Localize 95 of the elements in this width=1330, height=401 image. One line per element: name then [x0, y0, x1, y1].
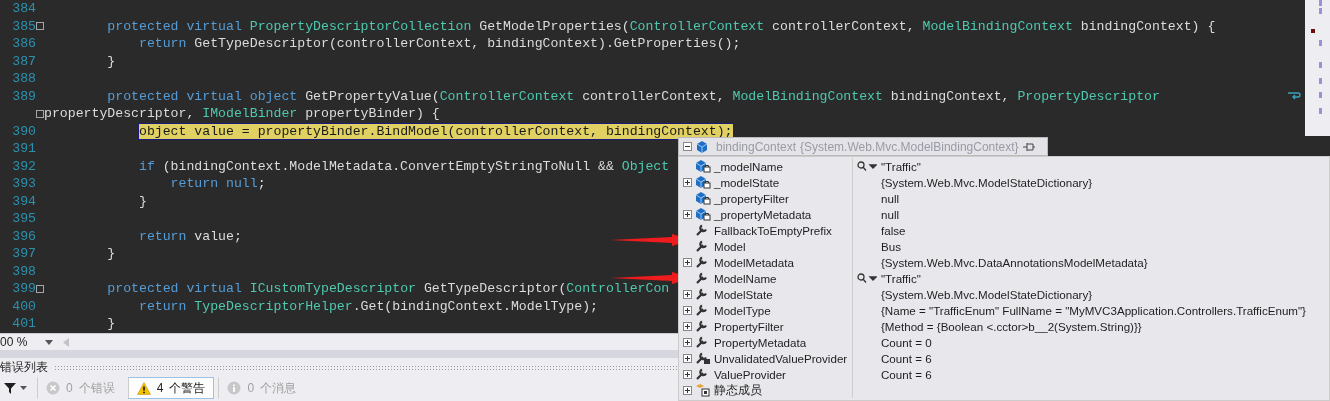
- dropdown-caret-icon[interactable]: [45, 339, 53, 345]
- line-number: 399: [11, 281, 36, 297]
- line-number: 394: [11, 193, 36, 209]
- line-number: 385: [11, 18, 36, 34]
- code-line: return TypeDescriptorHelper.Get(bindingContext.ModelType);: [137, 298, 598, 314]
- locked-cube-icon: [695, 207, 711, 221]
- fold-toggle[interactable]: [36, 22, 44, 31]
- line-number: 386: [11, 36, 36, 52]
- member-value: {System.Web.Mvc.ModelStateDictionary}: [881, 287, 1093, 301]
- member-name: UnvalidatedValueProvider: [714, 351, 848, 365]
- locked-cube-icon: [695, 159, 711, 173]
- zoom-field[interactable]: 00 %: [0, 335, 45, 349]
- code-line: protected virtual PropertyDescriptorCollection GetModelProperties(ControllerContext controllerContext, ModelBindingContext bindingContext) {: [106, 18, 1216, 34]
- member-name: ModelType: [714, 303, 771, 317]
- member-name: ModelState: [714, 287, 773, 301]
- static-members-icon: [695, 383, 711, 397]
- line-number: 401: [11, 316, 36, 332]
- code-line: protected virtual ICustomTypeDescriptor GetTypeDescriptor(ControllerCon: [106, 281, 670, 297]
- member-name: Model: [714, 239, 746, 253]
- member-value: null: [881, 207, 900, 221]
- expander-icon[interactable]: [683, 321, 692, 331]
- line-number: 396: [11, 228, 36, 244]
- line-number: 397: [11, 246, 36, 262]
- line-number: 390: [11, 123, 36, 139]
- member-name: ModelName: [714, 271, 777, 285]
- member-value: "Traffic": [881, 159, 921, 173]
- member-value: {Method = {Boolean <.cctor>b__2(System.String)}}: [881, 319, 1142, 333]
- filter-icon[interactable]: [4, 382, 16, 394]
- member-value: "Traffic": [881, 271, 921, 285]
- fold-toggle[interactable]: [36, 284, 44, 293]
- code-line: }: [106, 53, 116, 69]
- panel-title: 错误列表: [0, 358, 48, 376]
- expander-icon[interactable]: [683, 177, 692, 187]
- expander-icon[interactable]: [683, 369, 692, 379]
- member-name: _modelName: [714, 159, 783, 173]
- dropdown-caret-icon[interactable]: [20, 386, 27, 390]
- member-name: PropertyFilter: [714, 319, 784, 333]
- expander-icon[interactable]: [683, 385, 692, 395]
- code-line: return value;: [137, 228, 242, 244]
- code-line: }: [137, 193, 147, 209]
- member-name: _modelState: [714, 175, 780, 189]
- line-number: 388: [11, 71, 36, 87]
- filter-button[interactable]: 4 个警告: [127, 377, 215, 399]
- wrench-lock-icon: [695, 351, 711, 365]
- line-number: 392: [11, 158, 36, 174]
- expander-icon[interactable]: [683, 353, 692, 363]
- member-value: Count = 0: [881, 335, 932, 349]
- line-number: 393: [11, 176, 36, 192]
- expander-icon[interactable]: [683, 209, 692, 219]
- member-value: {System.Web.Mvc.DataAnnotationsModelMetadata}: [881, 255, 1148, 269]
- line-number: 391: [11, 141, 36, 157]
- variable-name: bindingContext: [716, 139, 797, 154]
- fold-toggle[interactable]: [36, 109, 44, 118]
- line-number: 387: [11, 53, 36, 69]
- code-line: protected virtual object GetPropertyValue(ControllerContext controllerContext, ModelBindingContext bindingContext, PropertyDescriptor: [106, 88, 1160, 104]
- magnifier-icon[interactable]: [857, 161, 877, 171]
- code-line: return null;: [169, 176, 266, 192]
- code-line: }: [106, 316, 116, 332]
- warning-icon: [136, 381, 151, 395]
- expander-icon[interactable]: [683, 289, 692, 299]
- magnifier-icon[interactable]: [857, 273, 877, 283]
- member-value: {Name = "TrafficEnum" FullName = "MyMVC3Application.Controllers.TrafficEnum"}: [881, 303, 1306, 317]
- locked-cube-icon: [695, 191, 711, 205]
- code-line: propertyDescriptor, IModelBinder propertyBinder) {: [44, 106, 440, 122]
- member-name: ValueProvider: [714, 367, 786, 381]
- member-name: 静态成员: [714, 382, 762, 398]
- line-number: 398: [11, 263, 36, 279]
- member-value: null: [881, 191, 900, 205]
- member-name: _propertyMetadata: [714, 207, 812, 221]
- member-name: ModelMetadata: [714, 255, 794, 269]
- member-value: {System.Web.Mvc.ModelStateDictionary}: [881, 175, 1093, 189]
- line-number: 395: [11, 211, 36, 227]
- member-value: Bus: [881, 239, 901, 253]
- line-number: 400: [11, 298, 36, 314]
- info-icon: [227, 381, 242, 395]
- code-line: return GetTypeDescriptor(controllerContext, bindingContext).GetProperties();: [137, 36, 741, 52]
- pin-icon[interactable]: [1022, 141, 1035, 152]
- member-name: _propertyFilter: [714, 191, 789, 205]
- member-value: Count = 6: [881, 367, 932, 381]
- line-number: 384: [11, 1, 36, 17]
- member-value: false: [881, 223, 906, 237]
- expander-icon[interactable]: [683, 337, 692, 347]
- variable-type: {System.Web.Mvc.ModelBindingContext}: [800, 139, 1019, 154]
- error-icon: [46, 381, 60, 395]
- code-line: if (bindingContext.ModelMetadata.ConvertEmptyStringToNull && Object: [137, 158, 670, 174]
- member-value: Count = 6: [881, 351, 932, 365]
- member-name: FallbackToEmptyPrefix: [714, 223, 832, 237]
- scrollbar-overview[interactable]: [1305, 0, 1330, 136]
- member-name: PropertyMetadata: [714, 335, 807, 349]
- code-line: }: [106, 246, 116, 262]
- expander-icon[interactable]: [683, 305, 692, 315]
- line-number: 389: [11, 88, 36, 104]
- locked-cube-icon: [695, 175, 711, 189]
- expander-icon[interactable]: [683, 257, 692, 267]
- expander-icon[interactable]: [683, 142, 692, 151]
